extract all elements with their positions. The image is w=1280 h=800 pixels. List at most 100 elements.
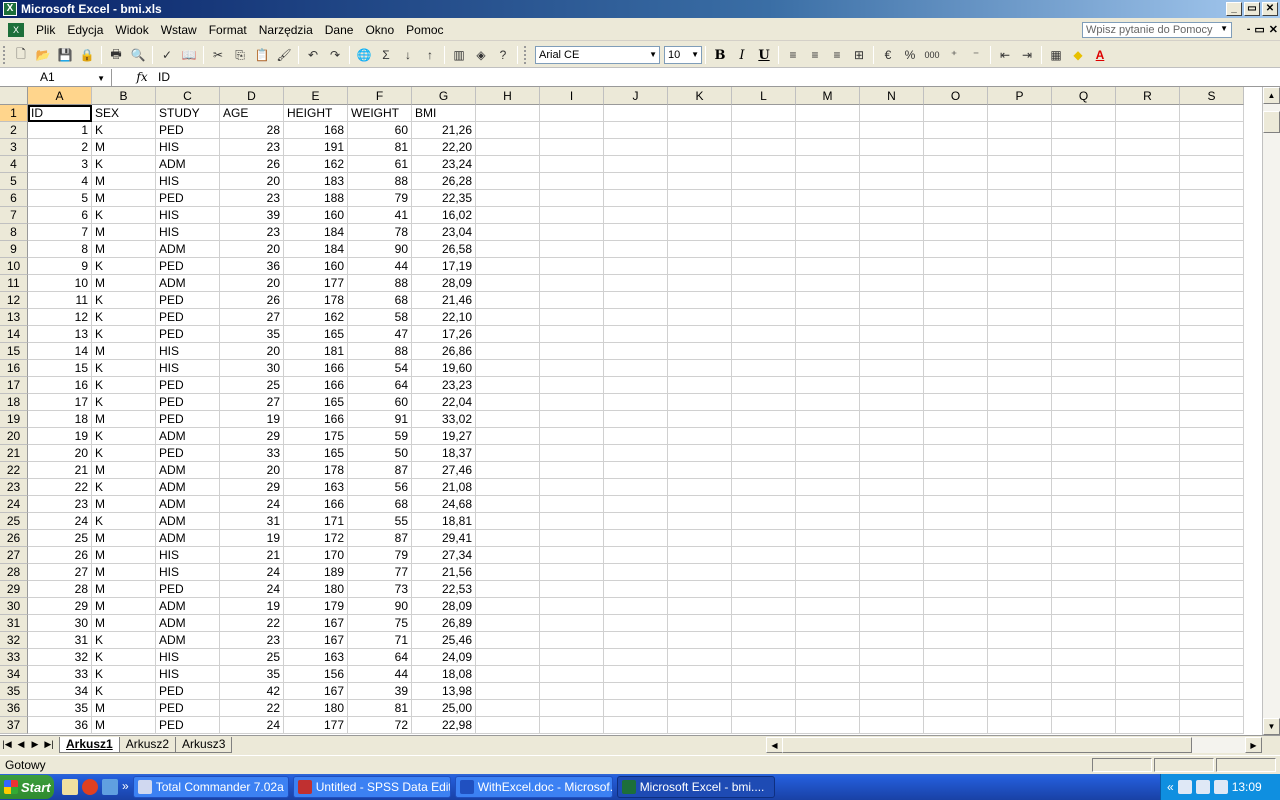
row-header[interactable]: 21 [0, 445, 28, 462]
new-icon[interactable]: 🗋 [10, 45, 32, 65]
cell[interactable] [732, 122, 796, 139]
cell[interactable]: 59 [348, 428, 412, 445]
cell[interactable] [732, 496, 796, 513]
cell[interactable] [668, 207, 732, 224]
cell[interactable] [540, 581, 604, 598]
cell[interactable]: 24 [220, 717, 284, 734]
cell[interactable] [476, 547, 540, 564]
row-header[interactable]: 31 [0, 615, 28, 632]
cell[interactable] [732, 309, 796, 326]
cell[interactable] [924, 394, 988, 411]
font-color-button[interactable]: A [1089, 45, 1111, 65]
cell[interactable] [860, 632, 924, 649]
row-header[interactable]: 13 [0, 309, 28, 326]
cell[interactable] [476, 479, 540, 496]
cell[interactable] [860, 513, 924, 530]
format-toolbar-grip[interactable] [524, 46, 528, 64]
cell[interactable]: 24 [220, 581, 284, 598]
cell[interactable] [540, 496, 604, 513]
cell[interactable] [1116, 428, 1180, 445]
cell[interactable]: PED [156, 309, 220, 326]
cell[interactable] [604, 377, 668, 394]
cell[interactable] [924, 496, 988, 513]
cell[interactable]: K [92, 632, 156, 649]
cell[interactable] [476, 496, 540, 513]
cell[interactable] [988, 564, 1052, 581]
cell[interactable] [732, 666, 796, 683]
cell[interactable] [988, 394, 1052, 411]
cell[interactable] [1116, 666, 1180, 683]
cell[interactable]: ADM [156, 530, 220, 547]
cell[interactable] [732, 156, 796, 173]
cell[interactable] [796, 190, 860, 207]
cell[interactable] [540, 700, 604, 717]
cell[interactable] [604, 649, 668, 666]
cell[interactable] [604, 292, 668, 309]
cell[interactable] [1116, 411, 1180, 428]
cell[interactable] [540, 598, 604, 615]
print-icon[interactable]: 🖶 [105, 45, 127, 65]
cell[interactable]: 35 [220, 666, 284, 683]
cell[interactable] [732, 207, 796, 224]
row-header[interactable]: 9 [0, 241, 28, 258]
cell[interactable] [988, 156, 1052, 173]
cell[interactable]: 172 [284, 530, 348, 547]
cell[interactable]: K [92, 326, 156, 343]
cell[interactable] [732, 547, 796, 564]
cell[interactable] [924, 411, 988, 428]
cell[interactable] [668, 258, 732, 275]
cell[interactable]: 44 [348, 666, 412, 683]
cell[interactable] [1052, 411, 1116, 428]
cell[interactable] [1116, 581, 1180, 598]
cell[interactable] [860, 360, 924, 377]
cell[interactable] [732, 224, 796, 241]
cell[interactable] [1180, 598, 1244, 615]
cell[interactable] [988, 139, 1052, 156]
cell[interactable]: 20 [220, 275, 284, 292]
cell[interactable] [476, 343, 540, 360]
cell[interactable] [796, 360, 860, 377]
cell[interactable]: 88 [348, 173, 412, 190]
row-header[interactable]: 6 [0, 190, 28, 207]
cell[interactable] [1180, 632, 1244, 649]
cell[interactable] [668, 377, 732, 394]
cell[interactable]: 168 [284, 122, 348, 139]
cell[interactable] [1180, 513, 1244, 530]
cell[interactable] [796, 564, 860, 581]
cell[interactable]: 17 [28, 394, 92, 411]
cell[interactable]: 28 [28, 581, 92, 598]
cell[interactable] [732, 700, 796, 717]
cell[interactable] [988, 224, 1052, 241]
cell[interactable] [988, 496, 1052, 513]
cell[interactable]: HIS [156, 360, 220, 377]
cell[interactable] [604, 173, 668, 190]
cell[interactable] [988, 105, 1052, 122]
cell[interactable] [540, 241, 604, 258]
cell[interactable] [732, 479, 796, 496]
cell[interactable] [796, 275, 860, 292]
task-excel[interactable]: Microsoft Excel - bmi.... [616, 776, 775, 798]
cell[interactable] [732, 564, 796, 581]
cell[interactable] [924, 275, 988, 292]
cell[interactable] [604, 513, 668, 530]
cell[interactable] [860, 207, 924, 224]
cell[interactable] [1052, 156, 1116, 173]
decrease-indent-icon[interactable]: ⇤ [994, 45, 1016, 65]
cell[interactable] [476, 615, 540, 632]
cell[interactable] [604, 343, 668, 360]
cell[interactable] [476, 462, 540, 479]
cell[interactable] [1180, 428, 1244, 445]
cell[interactable]: HIS [156, 139, 220, 156]
cell[interactable]: 177 [284, 275, 348, 292]
cell[interactable] [732, 173, 796, 190]
cell[interactable] [668, 445, 732, 462]
font-name-select[interactable]: Arial CE ▼ [535, 46, 660, 64]
cell[interactable] [668, 309, 732, 326]
help-dropdown-icon[interactable]: ▼ [1220, 24, 1228, 33]
cell[interactable] [860, 394, 924, 411]
cell[interactable] [1116, 343, 1180, 360]
cell[interactable] [924, 615, 988, 632]
menu-item-8[interactable]: Pomoc [400, 21, 449, 39]
cell[interactable] [476, 717, 540, 734]
cell[interactable]: M [92, 462, 156, 479]
